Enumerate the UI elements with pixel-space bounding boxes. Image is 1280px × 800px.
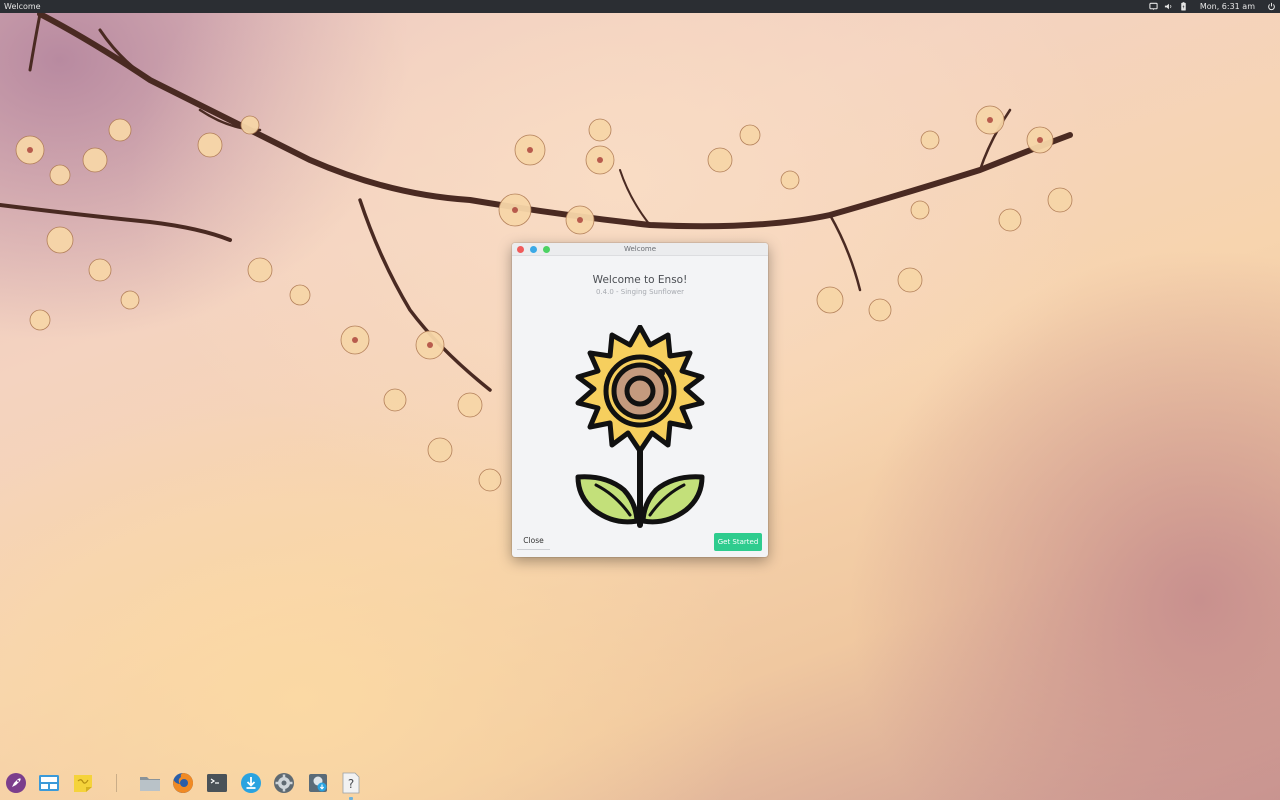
- welcome-heading: Welcome to Enso!: [592, 274, 688, 286]
- battery-icon[interactable]: [1179, 2, 1188, 11]
- volume-icon[interactable]: [1164, 2, 1173, 11]
- window-title: Welcome: [623, 245, 657, 253]
- files-icon[interactable]: [139, 772, 161, 794]
- close-button[interactable]: Close: [517, 532, 550, 550]
- active-app-name[interactable]: Welcome: [0, 2, 41, 11]
- settings-icon[interactable]: [273, 772, 295, 794]
- top-panel: Welcome Mon, 6:31 am: [0, 0, 1280, 13]
- dock-separator: [116, 774, 117, 792]
- version-label: 0.4.0 - Singing Sunflower: [595, 288, 685, 296]
- software-installer-icon[interactable]: [307, 772, 329, 794]
- svg-text:?: ?: [348, 777, 354, 791]
- firefox-icon[interactable]: [172, 772, 194, 794]
- notification-icon[interactable]: [1149, 2, 1158, 11]
- window-controls: [512, 245, 550, 253]
- clock[interactable]: Mon, 6:31 am: [1200, 2, 1255, 11]
- window-minimize-icon[interactable]: [530, 245, 537, 253]
- workspaces-icon[interactable]: [38, 772, 60, 794]
- help-icon[interactable]: ?: [340, 772, 362, 794]
- sunflower-illustration: [575, 325, 705, 528]
- system-tray: Mon, 6:31 am: [1149, 2, 1280, 11]
- welcome-window[interactable]: Welcome Welcome to Enso! 0.4.0 - Singing…: [512, 243, 768, 557]
- sticky-notes-icon[interactable]: [72, 772, 94, 794]
- power-icon[interactable]: [1267, 2, 1276, 11]
- window-close-icon[interactable]: [517, 245, 524, 253]
- window-titlebar[interactable]: Welcome: [512, 243, 768, 256]
- get-started-button[interactable]: Get Started: [714, 533, 762, 551]
- window-maximize-icon[interactable]: [543, 245, 550, 253]
- launcher-icon[interactable]: [5, 772, 27, 794]
- terminal-icon[interactable]: [206, 772, 228, 794]
- downloads-icon[interactable]: [240, 772, 262, 794]
